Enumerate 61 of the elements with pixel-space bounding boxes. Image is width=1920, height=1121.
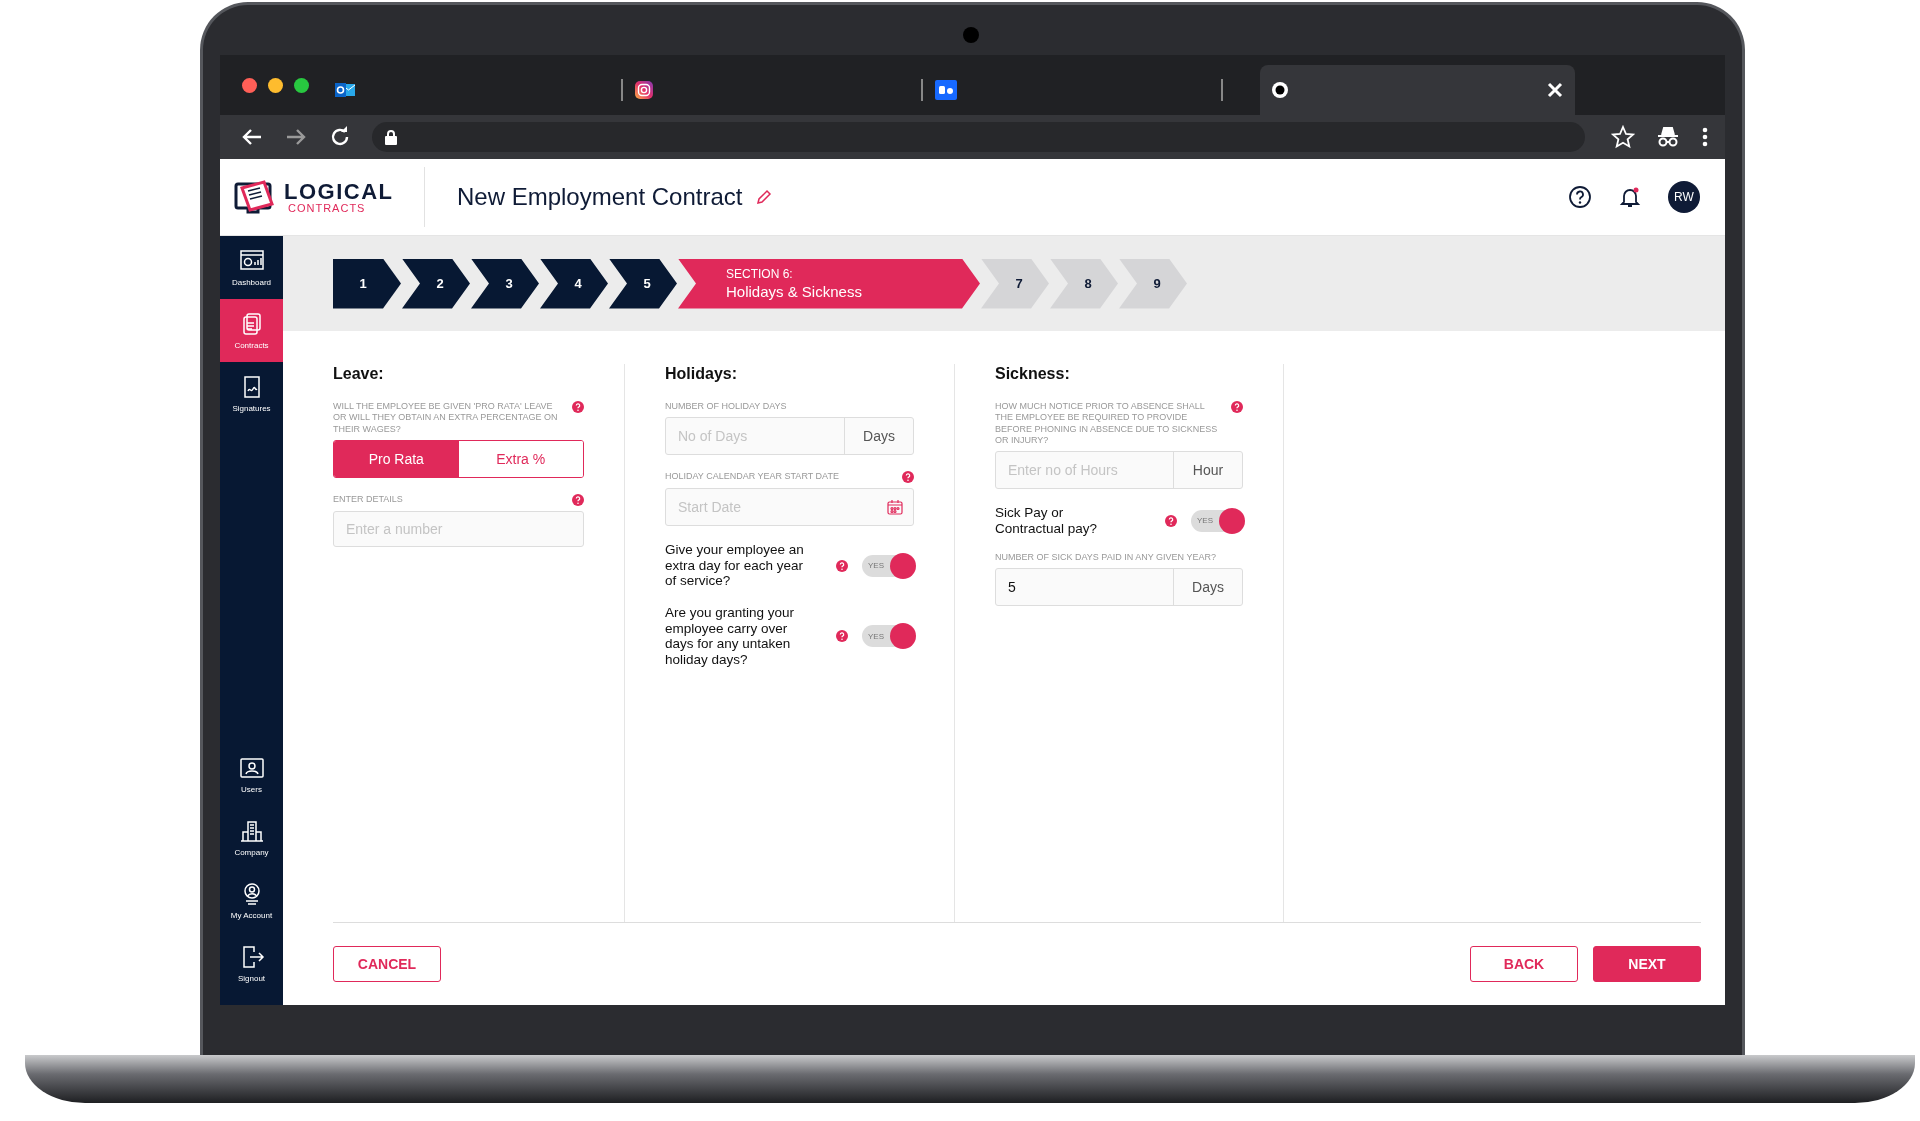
- calendar-icon[interactable]: [887, 499, 903, 516]
- field-label: HOW MUCH NOTICE PRIOR TO ABSENCE SHALL THE EMPLOYEE BE REQUIRED TO PROVIDE BEFORE PHONING IN ABSENCE DUE TO SICKNESS OR INJURY?: [995, 401, 1219, 447]
- dashboard-icon: [238, 248, 265, 273]
- maximize-window-icon[interactable]: [294, 77, 309, 93]
- section-heading: Holidays:: [665, 364, 738, 384]
- page-title: New Employment Contract: [457, 183, 743, 211]
- sidebar-item[interactable]: Company: [220, 806, 283, 869]
- camera-icon: [963, 27, 979, 43]
- footer-button[interactable]: NEXT: [1593, 946, 1701, 982]
- sidebar-item[interactable]: My Account: [220, 869, 283, 932]
- company-icon: [238, 818, 265, 843]
- field-label: NUMBER OF SICK DAYS PAID IN ANY GIVEN YEAR?: [995, 552, 1216, 564]
- close-icon[interactable]: [1547, 82, 1563, 98]
- camera-app-icon: [635, 81, 653, 99]
- stepper-step[interactable]: 1: [333, 258, 401, 309]
- toggle-question: Give your employee an extra day for each year of service?: [665, 542, 805, 589]
- notification-bell-icon[interactable]: [1618, 185, 1642, 209]
- site-icon: [1272, 82, 1288, 98]
- user-avatar[interactable]: RW: [1668, 181, 1700, 213]
- incognito-icon[interactable]: [1655, 125, 1681, 149]
- edit-pencil-icon[interactable]: [756, 189, 773, 205]
- field-label: NUMBER OF HOLIDAY DAYS: [665, 401, 787, 413]
- section-heading: Leave:: [333, 364, 385, 384]
- yes-toggle[interactable]: YES: [862, 554, 914, 577]
- stepper-step[interactable]: 9: [1119, 258, 1187, 309]
- stepper-step[interactable]: 3: [471, 258, 539, 309]
- toggle-question: Are you granting your employee carry over days for any untaken holiday days?: [665, 605, 796, 668]
- stepper-step[interactable]: SECTION 6: Holidays & Sickness: [678, 258, 980, 309]
- stepper-step[interactable]: 8: [1050, 258, 1118, 309]
- users-icon: [238, 755, 265, 780]
- input-field[interactable]: 5: [996, 569, 1173, 606]
- yes-toggle[interactable]: YES: [1191, 509, 1243, 532]
- input-group[interactable]: 5 Days: [995, 568, 1243, 607]
- help-icon[interactable]: [1568, 185, 1592, 209]
- sidebar-item[interactable]: Signout: [220, 932, 283, 995]
- field-label: HOLIDAY CALENDAR YEAR START DATE: [665, 471, 839, 483]
- close-window-icon[interactable]: [242, 77, 257, 93]
- menu-icon[interactable]: [1701, 125, 1709, 149]
- field-label: WILL THE EMPLOYEE BE GIVEN 'PRO RATA' LEAVE OR WILL THEY OBTAIN AN EXTRA PERCENTAGE ON THEIR WAGES?: [333, 401, 559, 435]
- logo-title: LOGICAL: [284, 180, 394, 203]
- sidebar-item[interactable]: Contracts: [220, 299, 283, 362]
- stepper-step[interactable]: 5: [609, 258, 677, 309]
- segment-option[interactable]: Pro Rata: [334, 440, 459, 477]
- sidebar-item[interactable]: Users: [220, 743, 283, 806]
- stepper-step[interactable]: 2: [402, 258, 470, 309]
- stepper-step[interactable]: 7: [981, 258, 1049, 309]
- app-logo-icon: [935, 80, 957, 100]
- sidebar-item[interactable]: Dashboard: [220, 236, 283, 299]
- footer-button[interactable]: BACK: [1470, 946, 1578, 982]
- lock-icon: [384, 129, 398, 145]
- sidebar-item[interactable]: Signatures: [220, 362, 283, 425]
- section-heading: Sickness:: [995, 364, 1071, 384]
- mail-app-icon: [335, 81, 355, 99]
- logo-subtitle: CONTRACTS: [288, 202, 367, 214]
- yes-toggle[interactable]: YES: [862, 625, 914, 647]
- toggle-question: Sick Pay or Contractual pay?: [995, 505, 1099, 537]
- footer-button[interactable]: CANCEL: [333, 946, 441, 982]
- star-icon[interactable]: [1611, 125, 1635, 149]
- field-label: ENTER DETAILS: [333, 493, 403, 506]
- minimize-window-icon[interactable]: [268, 77, 283, 93]
- stepper-step[interactable]: 4: [540, 258, 608, 309]
